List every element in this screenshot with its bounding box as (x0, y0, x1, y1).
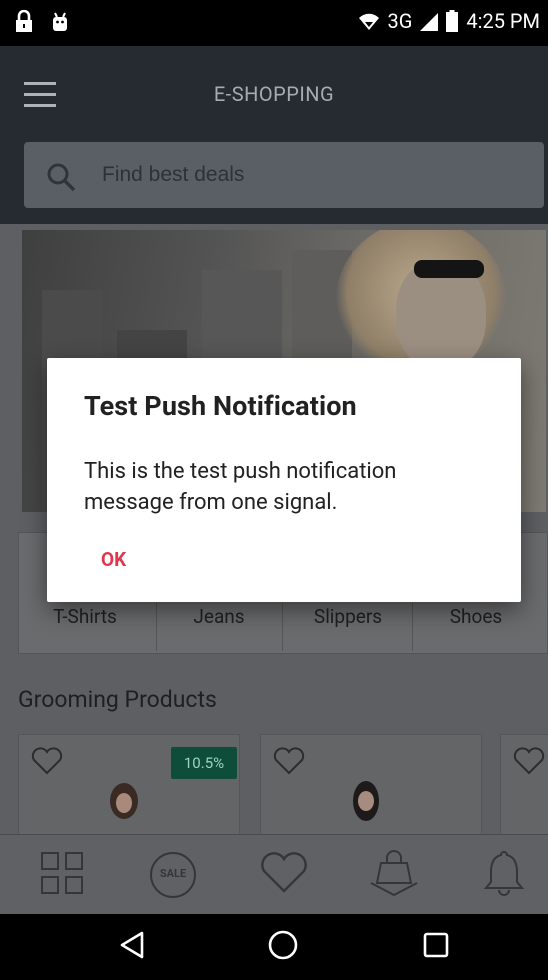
tab-wishlist[interactable] (254, 849, 314, 901)
tab-categories[interactable] (32, 849, 92, 901)
heart-icon[interactable] (513, 747, 545, 779)
search-icon (46, 162, 76, 196)
system-nav-bar (0, 914, 548, 980)
status-bar: 3G 4:25 PM (0, 0, 548, 46)
product-image (110, 783, 138, 819)
network-type: 3G (387, 9, 413, 33)
dialog-title: Test Push Notification (84, 390, 357, 422)
category-tshirts[interactable]: T-Shirts (19, 605, 151, 628)
back-button[interactable] (112, 930, 152, 964)
tab-notifications[interactable] (474, 849, 534, 901)
wifi-icon (358, 10, 380, 32)
ok-button[interactable]: OK (89, 544, 138, 575)
section-title: Grooming Products (18, 686, 217, 713)
signal-icon (420, 11, 439, 31)
product-card[interactable] (500, 734, 548, 834)
battery-icon (446, 10, 459, 32)
grid-icon (38, 849, 86, 901)
category-shoes[interactable]: Shoes (410, 605, 542, 628)
heart-icon[interactable] (273, 747, 305, 779)
home-button[interactable] (263, 930, 303, 964)
sale-icon: SALE (148, 850, 198, 900)
bell-icon (482, 848, 526, 902)
clock-time: 4:25 PM (466, 9, 540, 33)
product-image (353, 781, 379, 821)
search-input[interactable] (102, 156, 522, 194)
heart-icon (260, 852, 308, 898)
dialog-message: This is the test push notification messa… (84, 459, 397, 515)
category-jeans[interactable]: Jeans (153, 605, 285, 628)
recents-button[interactable] (416, 930, 456, 964)
heart-icon[interactable] (31, 747, 63, 779)
product-card[interactable] (260, 734, 482, 834)
sunglasses (414, 260, 484, 278)
android-icon (50, 10, 70, 34)
home-circle-icon (267, 929, 299, 965)
search-bar[interactable] (24, 142, 544, 208)
tab-cart[interactable] (364, 849, 424, 901)
recents-square-icon (422, 931, 450, 963)
product-card[interactable]: 10.5% (18, 734, 240, 834)
back-triangle-icon (118, 930, 146, 964)
discount-badge: 10.5% (171, 747, 237, 779)
tab-sale[interactable]: SALE (143, 849, 203, 901)
app-title: E-SHOPPING (213, 82, 335, 106)
bottom-tab-bar: SALE (0, 834, 548, 914)
app-bar: E-SHOPPING (0, 46, 548, 224)
category-slippers[interactable]: Slippers (282, 605, 414, 628)
shopping-bag-icon (367, 849, 421, 901)
push-notification-dialog: Test Push Notification This is the test … (47, 358, 521, 602)
sale-label: SALE (159, 867, 187, 880)
lock-icon (14, 10, 34, 34)
